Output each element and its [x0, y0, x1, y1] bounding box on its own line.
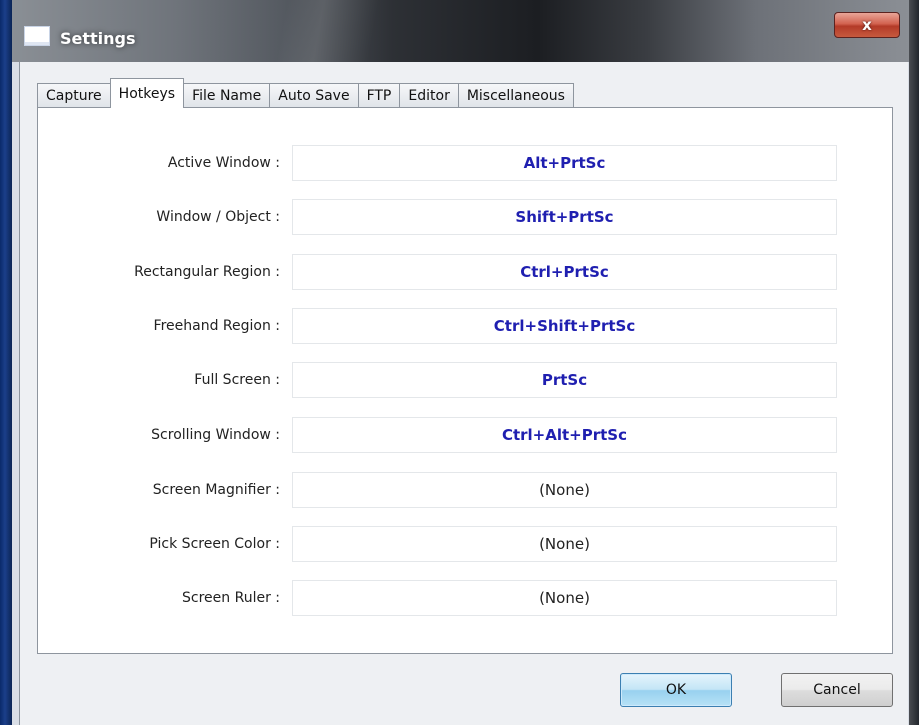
hotkey-row: Full Screen : PrtSc	[38, 362, 894, 398]
tab-file-name[interactable]: File Name	[183, 83, 271, 108]
hotkey-field[interactable]: PrtSc	[292, 362, 837, 398]
hotkeys-panel: Active Window : Alt+PrtSc Window / Object …	[37, 107, 893, 654]
hotkey-label: Scrolling Window :	[151, 427, 280, 443]
hotkey-field[interactable]: Ctrl+Alt+PrtSc	[292, 417, 837, 453]
desktop-background-strip	[0, 0, 12, 725]
hotkey-row: Rectangular Region : Ctrl+PrtSc	[38, 254, 894, 290]
tab-strip: Capture Hotkeys File Name Auto Save FTP Edito…	[37, 78, 574, 108]
hotkey-row: Screen Magnifier : (None)	[38, 472, 894, 508]
tab-hotkeys[interactable]: Hotkeys	[109, 78, 185, 108]
hotkey-field[interactable]: Alt+PrtSc	[292, 145, 837, 181]
hotkey-label: Pick Screen Color :	[149, 536, 280, 552]
hotkey-row: Screen Ruler : (None)	[38, 580, 894, 616]
tab-ftp[interactable]: FTP	[357, 83, 401, 108]
hotkey-row: Active Window : Alt+PrtSc	[38, 145, 894, 181]
hotkey-row: Pick Screen Color : (None)	[38, 526, 894, 562]
hotkey-label: Screen Magnifier :	[152, 482, 280, 498]
window-title: Settings	[60, 29, 136, 48]
hotkey-row: Freehand Region : Ctrl+Shift+PrtSc	[38, 308, 894, 344]
hotkey-field[interactable]: Shift+PrtSc	[292, 199, 837, 235]
hotkey-label: Window / Object :	[156, 209, 280, 225]
hotkey-label: Active Window :	[167, 155, 280, 171]
hotkey-field[interactable]: (None)	[292, 472, 837, 508]
hotkey-label: Screen Ruler :	[182, 590, 280, 606]
hotkey-row: Window / Object : Shift+PrtSc	[38, 199, 894, 235]
dialog-client-area: Capture Hotkeys File Name Auto Save FTP Edito…	[19, 62, 908, 725]
tab-editor[interactable]: Editor	[399, 83, 459, 108]
hotkey-field[interactable]: (None)	[292, 526, 837, 562]
close-button[interactable]: x	[834, 12, 900, 38]
settings-dialog: Settings x Capture Hotkeys File Name Auto S…	[12, 0, 919, 725]
hotkey-field[interactable]: Ctrl+Shift+PrtSc	[292, 308, 837, 344]
hotkey-label: Rectangular Region :	[134, 264, 280, 280]
window-right-edge	[909, 0, 919, 725]
close-icon: x	[862, 15, 872, 34]
hotkey-label: Freehand Region :	[153, 318, 280, 334]
hotkey-label: Full Screen :	[194, 372, 280, 388]
cancel-button[interactable]: Cancel	[781, 673, 893, 707]
tab-auto-save[interactable]: Auto Save	[269, 83, 359, 108]
hotkey-field[interactable]: Ctrl+PrtSc	[292, 254, 837, 290]
tab-miscellaneous[interactable]: Miscellaneous	[457, 83, 574, 108]
hotkey-row: Scrolling Window : Ctrl+Alt+PrtSc	[38, 417, 894, 453]
window-app-icon	[24, 26, 50, 46]
title-bar[interactable]: Settings x	[12, 0, 919, 62]
tab-capture[interactable]: Capture	[37, 83, 111, 108]
ok-button[interactable]: OK	[620, 673, 732, 707]
hotkey-field[interactable]: (None)	[292, 580, 837, 616]
